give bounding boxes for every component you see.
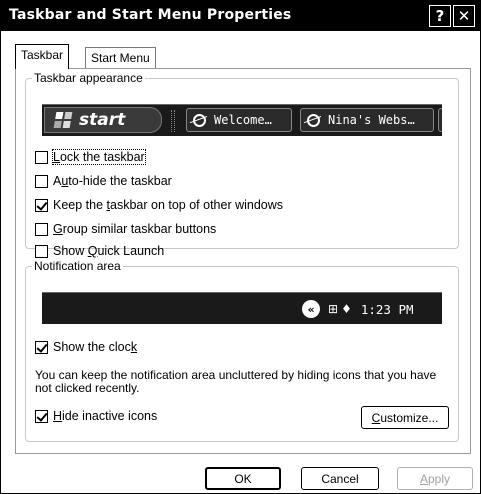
auto-hide-checkbox[interactable] xyxy=(35,174,48,188)
taskbar-appearance-legend: Taskbar appearance xyxy=(32,71,145,85)
notification-preview: « ⊞ ♦ 1:23 PM xyxy=(42,292,442,324)
quick-launch-checkbox-row[interactable]: Show Quick Launch xyxy=(35,243,164,259)
show-hidden-icons-icon: « xyxy=(302,300,320,318)
toolbar-grip xyxy=(171,110,175,132)
hide-inactive-checkbox-row[interactable]: Hide inactive icons xyxy=(35,408,157,424)
auto-hide-checkbox-row[interactable]: Auto-hide the taskbar xyxy=(35,173,172,189)
ok-label: OK xyxy=(234,471,252,486)
preview-start-button: start xyxy=(44,107,162,133)
preview-task-button-partial xyxy=(438,108,442,132)
preview-task-button: Welcome… xyxy=(186,108,292,132)
notification-hint-text: You can keep the notification area unclu… xyxy=(35,368,437,395)
group-buttons-checkbox-row[interactable]: Group similar taskbar buttons xyxy=(35,221,216,237)
group-buttons-checkbox[interactable] xyxy=(35,222,48,236)
preview-task-label: Welcome… xyxy=(214,113,272,127)
hide-inactive-checkbox[interactable] xyxy=(35,409,48,423)
lock-taskbar-checkbox[interactable] xyxy=(35,150,48,164)
preview-start-label: start xyxy=(79,110,126,130)
ok-button[interactable]: OK xyxy=(205,467,281,490)
properties-dialog: Taskbar and Start Menu Properties ? ✕ Ta… xyxy=(0,0,481,494)
preview-task-label: Nina's Webs… xyxy=(328,113,415,127)
group-buttons-label: Group similar taskbar buttons xyxy=(53,222,217,236)
lock-taskbar-checkbox-row[interactable]: Lock the taskbar xyxy=(35,149,146,165)
notification-area-legend: Notification area xyxy=(32,259,123,273)
internet-explorer-icon xyxy=(193,113,206,127)
windows-logo-icon xyxy=(53,112,73,128)
cancel-button[interactable]: Cancel xyxy=(301,467,379,490)
show-clock-checkbox[interactable] xyxy=(35,340,48,354)
dialog-client-area: Taskbar Start Menu Taskbar appearance st… xyxy=(5,31,476,491)
system-tray: « ⊞ ♦ 1:23 PM xyxy=(302,296,444,322)
title-bar[interactable]: Taskbar and Start Menu Properties ? ✕ xyxy=(1,1,480,31)
keep-on-top-checkbox-row[interactable]: Keep the taskbar on top of other windows xyxy=(35,197,283,213)
quick-launch-checkbox[interactable] xyxy=(35,244,48,258)
help-icon: ? xyxy=(435,6,445,25)
internet-explorer-icon xyxy=(307,113,320,127)
preview-task-button: Nina's Webs… xyxy=(300,108,434,132)
auto-hide-label: Auto-hide the taskbar xyxy=(53,174,172,188)
lock-taskbar-label: Lock the taskbar xyxy=(52,149,146,165)
show-clock-checkbox-row[interactable]: Show the clock xyxy=(35,339,137,355)
tab-start-menu-label: Start Menu xyxy=(91,51,150,65)
quick-launch-label: Show Quick Launch xyxy=(53,244,165,258)
close-icon: ✕ xyxy=(457,6,471,25)
cancel-label: Cancel xyxy=(321,471,359,486)
help-button[interactable]: ? xyxy=(429,5,451,27)
hide-inactive-label: Hide inactive icons xyxy=(53,409,158,423)
tab-taskbar[interactable]: Taskbar xyxy=(15,44,70,69)
show-clock-label: Show the clock xyxy=(53,340,138,354)
taskbar-preview: start Welcome… Nina's Webs… xyxy=(42,104,442,136)
close-button[interactable]: ✕ xyxy=(453,5,475,27)
apply-button[interactable]: Apply xyxy=(397,467,473,490)
tab-taskbar-label: Taskbar xyxy=(21,48,64,62)
tab-start-menu[interactable]: Start Menu xyxy=(85,47,156,69)
keep-on-top-label: Keep the taskbar on top of other windows xyxy=(53,198,284,212)
keep-on-top-checkbox[interactable] xyxy=(35,198,48,212)
network-icon: ⊞ xyxy=(328,302,339,316)
window-title: Taskbar and Start Menu Properties xyxy=(9,7,292,23)
customize-button[interactable]: Customize... xyxy=(361,406,449,429)
preview-clock: 1:23 PM xyxy=(360,301,414,317)
volume-icon: ♦ xyxy=(341,302,352,316)
